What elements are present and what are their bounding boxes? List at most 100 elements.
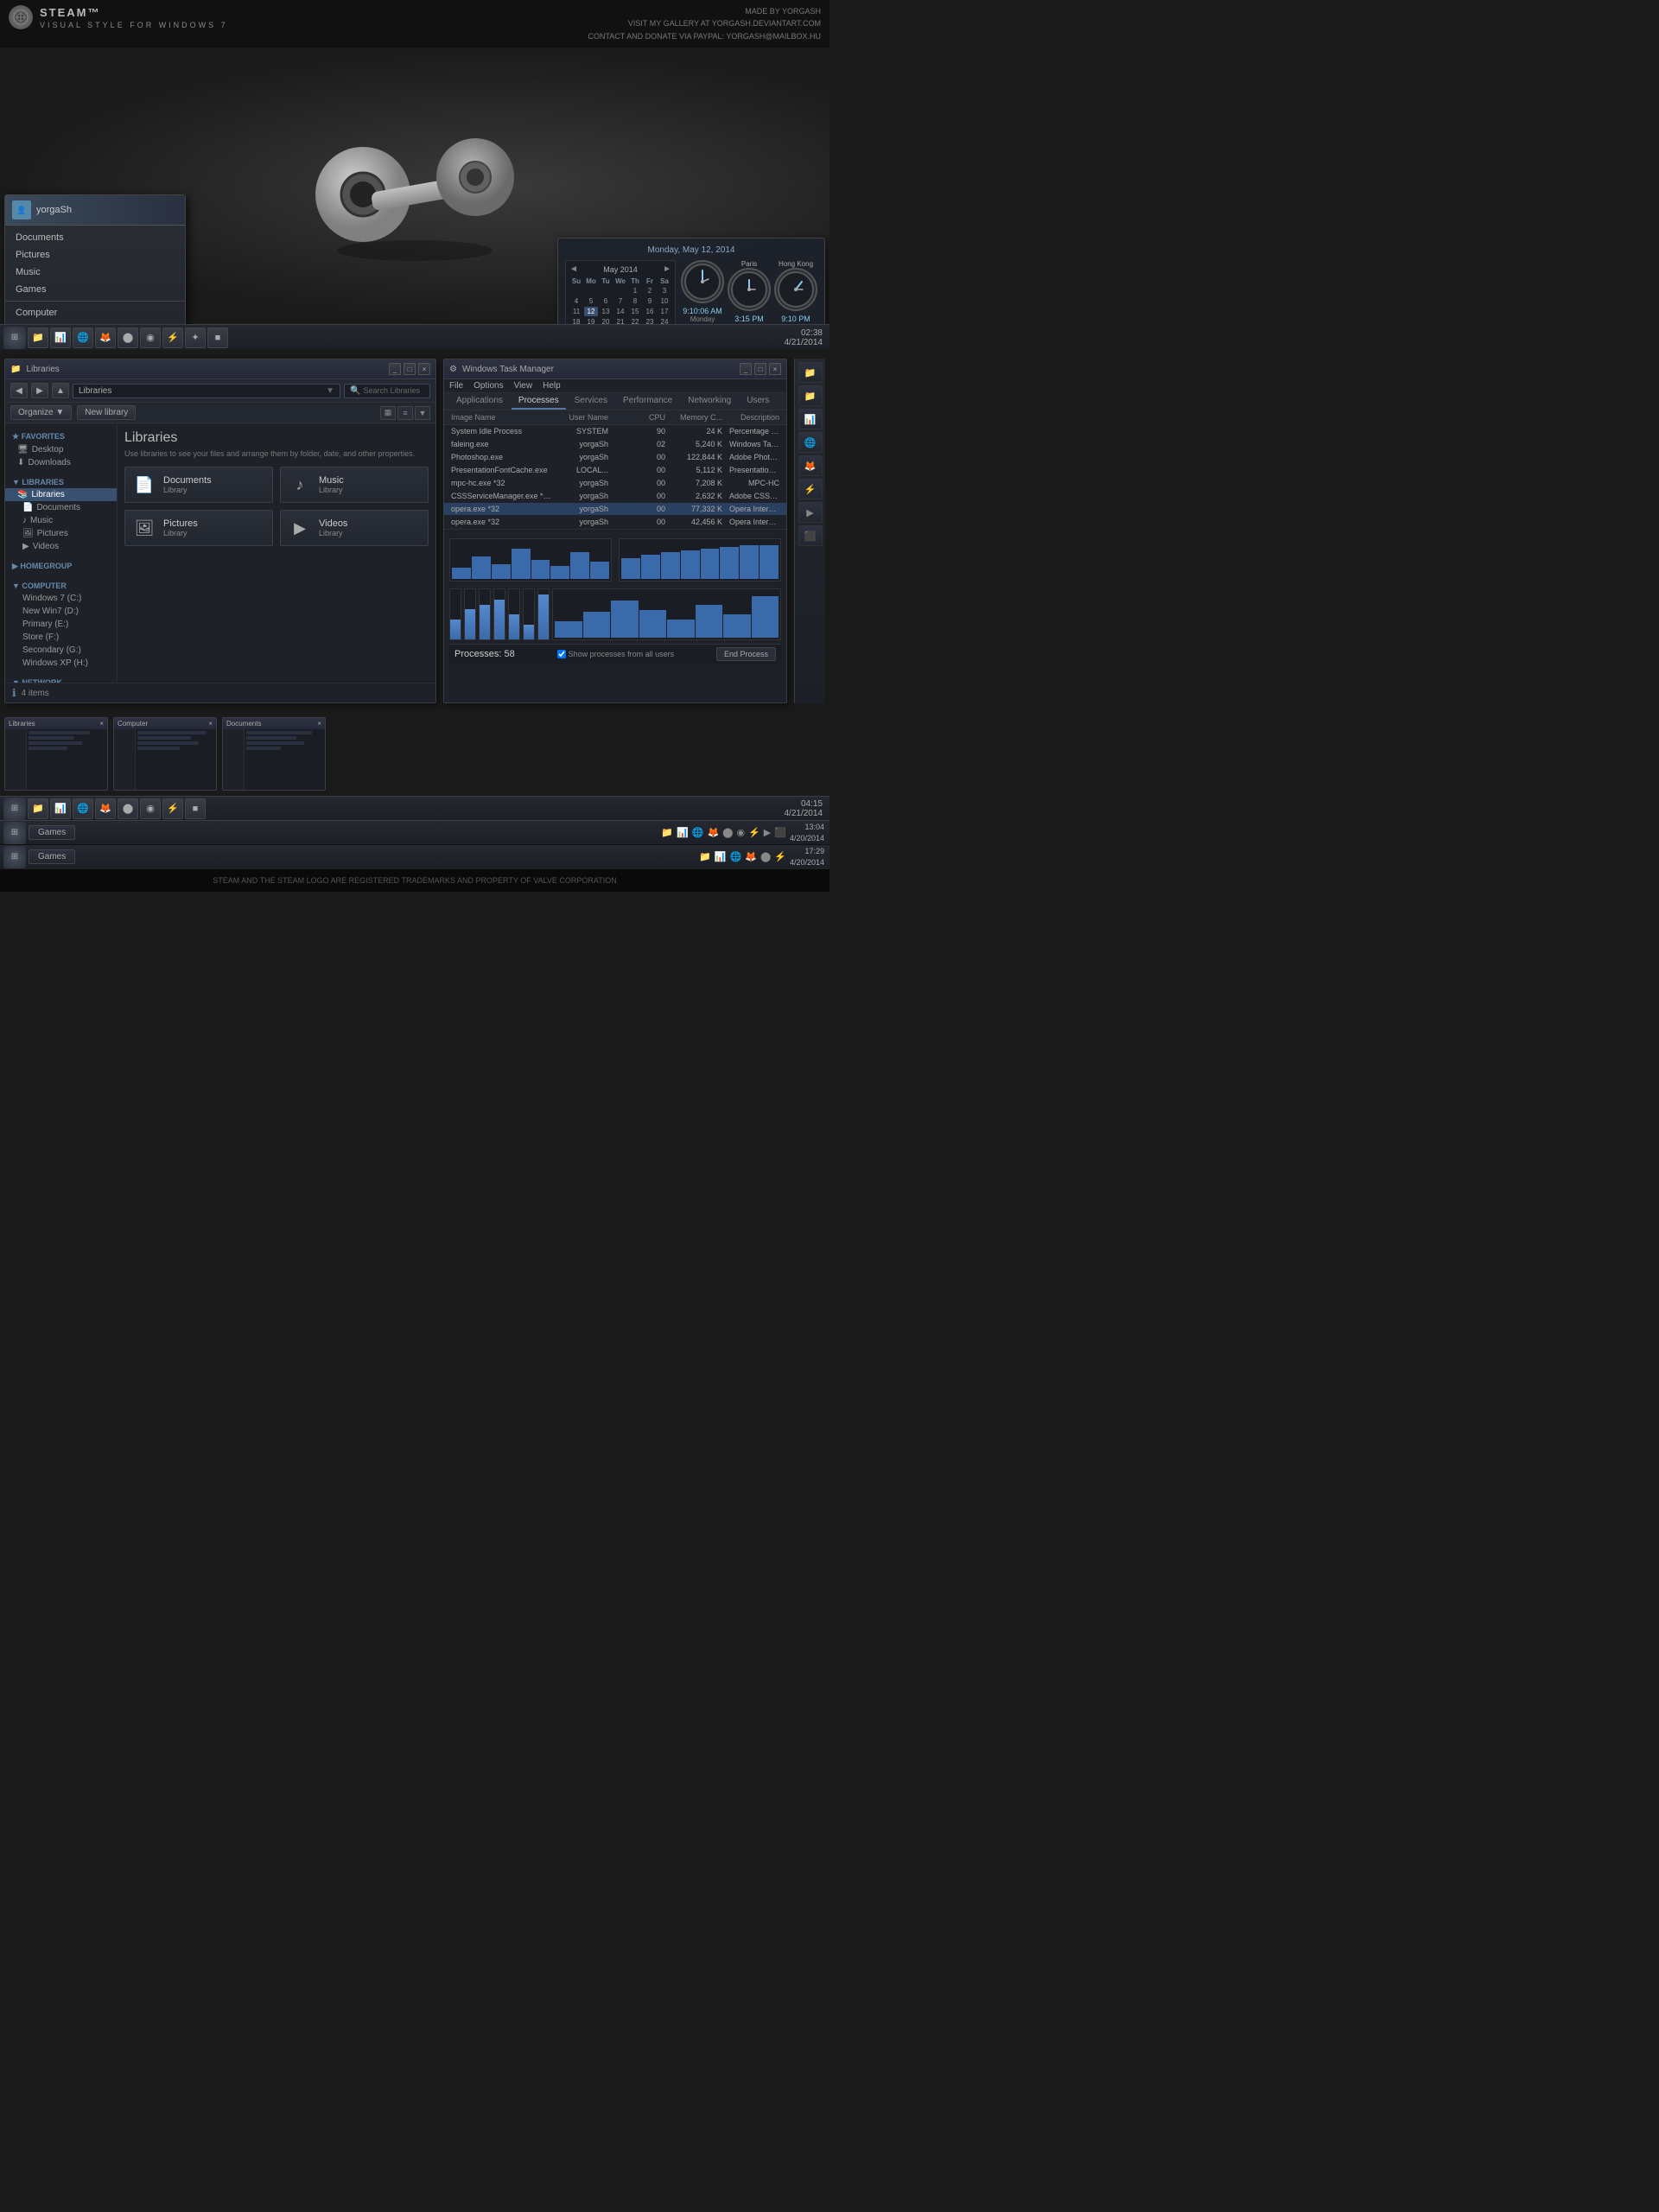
start-button-2[interactable]: ⊞	[3, 798, 26, 820]
sidebar-item-lib-music[interactable]: ♪Music	[5, 514, 117, 527]
library-item-documents[interactable]: 📄 Documents Library	[124, 467, 273, 503]
rs-icon-5[interactable]: 🦊	[798, 455, 823, 476]
tray-icon-2[interactable]: 📊	[677, 827, 689, 838]
library-item-music[interactable]: ♪ Music Library	[280, 467, 429, 503]
sidebar-item-drive-c[interactable]: Windows 7 (C:)	[5, 592, 117, 605]
tray-icon-8[interactable]: ▶	[764, 827, 771, 838]
taskbar-icon-firefox[interactable]: 🦊	[95, 327, 116, 348]
tray2-icon-5[interactable]: ⬤	[760, 851, 771, 862]
menu-item-computer[interactable]: Computer	[5, 304, 185, 321]
minimize-button[interactable]: _	[389, 363, 401, 375]
table-row[interactable]: Photoshop.exe yorgaSh 00 122,844 K Adobe…	[444, 451, 786, 464]
view-btn-3[interactable]: ▼	[415, 406, 430, 420]
tb2-icon-2[interactable]: 📊	[50, 798, 71, 819]
rs-icon-1[interactable]: 📁	[798, 362, 823, 383]
tb2-icon-1[interactable]: 📁	[28, 798, 48, 819]
tm-menu-file[interactable]: File	[449, 381, 463, 391]
sidebar-item-drive-d[interactable]: New Win7 (D:)	[5, 605, 117, 618]
table-row[interactable]: CSSServiceManager.exe *32 yorgaSh 00 2,6…	[444, 490, 786, 503]
tab-applications[interactable]: Applications	[449, 393, 510, 410]
sidebar-item-downloads[interactable]: ⬇Downloads	[5, 456, 117, 469]
rs-icon-7[interactable]: ▶	[798, 502, 823, 523]
table-row[interactable]: opera.exe *32 yorgaSh 00 77,332 K Opera …	[444, 503, 786, 516]
taskbar-icon-star[interactable]: ✦	[185, 327, 206, 348]
thumb-computer[interactable]: Computer ×	[113, 717, 217, 791]
tb2-icon-6[interactable]: ◉	[140, 798, 161, 819]
rs-icon-2[interactable]: 📁	[798, 385, 823, 406]
tm-maximize[interactable]: □	[754, 363, 766, 375]
sidebar-item-lib-pictures[interactable]: 🖼Pictures	[5, 527, 117, 540]
start-button-4[interactable]: ⊞	[3, 846, 26, 868]
thumb-libraries[interactable]: Libraries ×	[4, 717, 108, 791]
view-btn-1[interactable]: ▦	[380, 406, 396, 420]
tray2-icon-3[interactable]: 🌐	[730, 851, 742, 862]
tab-services[interactable]: Services	[568, 393, 614, 410]
tm-minimize[interactable]: _	[740, 363, 752, 375]
tray2-icon-4[interactable]: 🦊	[745, 851, 757, 862]
back-button[interactable]: ◀	[10, 383, 28, 398]
rs-icon-8[interactable]: ⬛	[798, 525, 823, 546]
table-row[interactable]: opera.exe *32 yorgaSh 00 42,456 K Opera …	[444, 516, 786, 529]
tm-menu-help[interactable]: Help	[543, 381, 561, 391]
vslider-5[interactable]	[508, 588, 520, 640]
tray-icon-9[interactable]: ⬛	[774, 827, 786, 838]
tm-close[interactable]: ×	[769, 363, 781, 375]
view-btn-2[interactable]: ≡	[397, 406, 413, 420]
sidebar-item-lib-documents[interactable]: 📄Documents	[5, 501, 117, 514]
close-button[interactable]: ×	[418, 363, 430, 375]
cal-next-icon[interactable]: ►	[663, 264, 671, 274]
taskbar-icon-square[interactable]: ■	[207, 327, 228, 348]
menu-item-documents[interactable]: Documents	[5, 229, 185, 246]
tb2-icon-8[interactable]: ■	[185, 798, 206, 819]
menu-item-control-panel[interactable]: Control Panel	[5, 321, 185, 324]
vslider-2[interactable]	[464, 588, 476, 640]
vslider-7[interactable]	[537, 588, 550, 640]
sidebar-item-drive-h[interactable]: Windows XP (H:)	[5, 657, 117, 670]
maximize-button[interactable]: □	[404, 363, 416, 375]
table-row[interactable]: System Idle Process SYSTEM 90 24 K Perce…	[444, 425, 786, 438]
menu-item-games[interactable]: Games	[5, 281, 185, 298]
rs-icon-6[interactable]: ⚡	[798, 479, 823, 499]
sidebar-item-drive-e[interactable]: Primary (E:)	[5, 618, 117, 631]
taskbar-icon-circle1[interactable]: ⬤	[118, 327, 138, 348]
taskbar-icon-circle2[interactable]: ◉	[140, 327, 161, 348]
tray-icon-6[interactable]: ◉	[736, 827, 745, 838]
tray-icon-5[interactable]: ⬤	[722, 827, 733, 838]
sidebar-item-lib-videos[interactable]: ▶Videos	[5, 540, 117, 553]
tb2-icon-4[interactable]: 🦊	[95, 798, 116, 819]
tray-icon-3[interactable]: 🌐	[692, 827, 704, 838]
tray2-icon-6[interactable]: ⚡	[774, 851, 786, 862]
sidebar-item-desktop[interactable]: 🖥Desktop	[5, 443, 117, 456]
tm-menu-options[interactable]: Options	[474, 381, 503, 391]
sidebar-item-drive-g[interactable]: Secondary (G:)	[5, 644, 117, 657]
show-processes-checkbox[interactable]	[557, 650, 566, 658]
start-button[interactable]: ⊞	[3, 327, 26, 349]
tray2-icon-1[interactable]: 📁	[699, 851, 711, 862]
vslider-3[interactable]	[479, 588, 491, 640]
cal-prev-icon[interactable]: ◄	[569, 264, 578, 274]
up-button[interactable]: ▲	[52, 383, 69, 398]
library-item-videos[interactable]: ▶ Videos Library	[280, 510, 429, 546]
end-process-button[interactable]: End Process	[716, 647, 776, 661]
tb2-icon-5[interactable]: ⬤	[118, 798, 138, 819]
sidebar-item-drive-f[interactable]: Store (F:)	[5, 631, 117, 644]
forward-button[interactable]: ▶	[31, 383, 48, 398]
table-row[interactable]: mpc-hc.exe *32 yorgaSh 00 7,208 K MPC-HC	[444, 477, 786, 490]
menu-item-pictures[interactable]: Pictures	[5, 246, 185, 264]
library-item-pictures[interactable]: 🖼 Pictures Library	[124, 510, 273, 546]
table-row[interactable]: faleing.exe yorgaSh 02 5,240 K Windows T…	[444, 438, 786, 451]
taskbar-task-games-1[interactable]: Games	[29, 825, 75, 840]
tray-icon-4[interactable]: 🦊	[707, 827, 719, 838]
tab-users[interactable]: Users	[740, 393, 776, 410]
new-library-button[interactable]: New library	[77, 405, 136, 420]
vslider-6[interactable]	[523, 588, 535, 640]
address-bar[interactable]: Libraries ▼	[73, 384, 340, 398]
tray-icon-1[interactable]: 📁	[661, 827, 673, 838]
thumb-documents[interactable]: Documents ×	[222, 717, 326, 791]
tab-performance[interactable]: Performance	[616, 393, 679, 410]
tray-icon-7[interactable]: ⚡	[748, 827, 760, 838]
vslider-1[interactable]	[449, 588, 461, 640]
vslider-4[interactable]	[493, 588, 505, 640]
sidebar-item-libraries[interactable]: 📚Libraries	[5, 488, 117, 501]
taskbar-task-games-2[interactable]: Games	[29, 849, 75, 864]
